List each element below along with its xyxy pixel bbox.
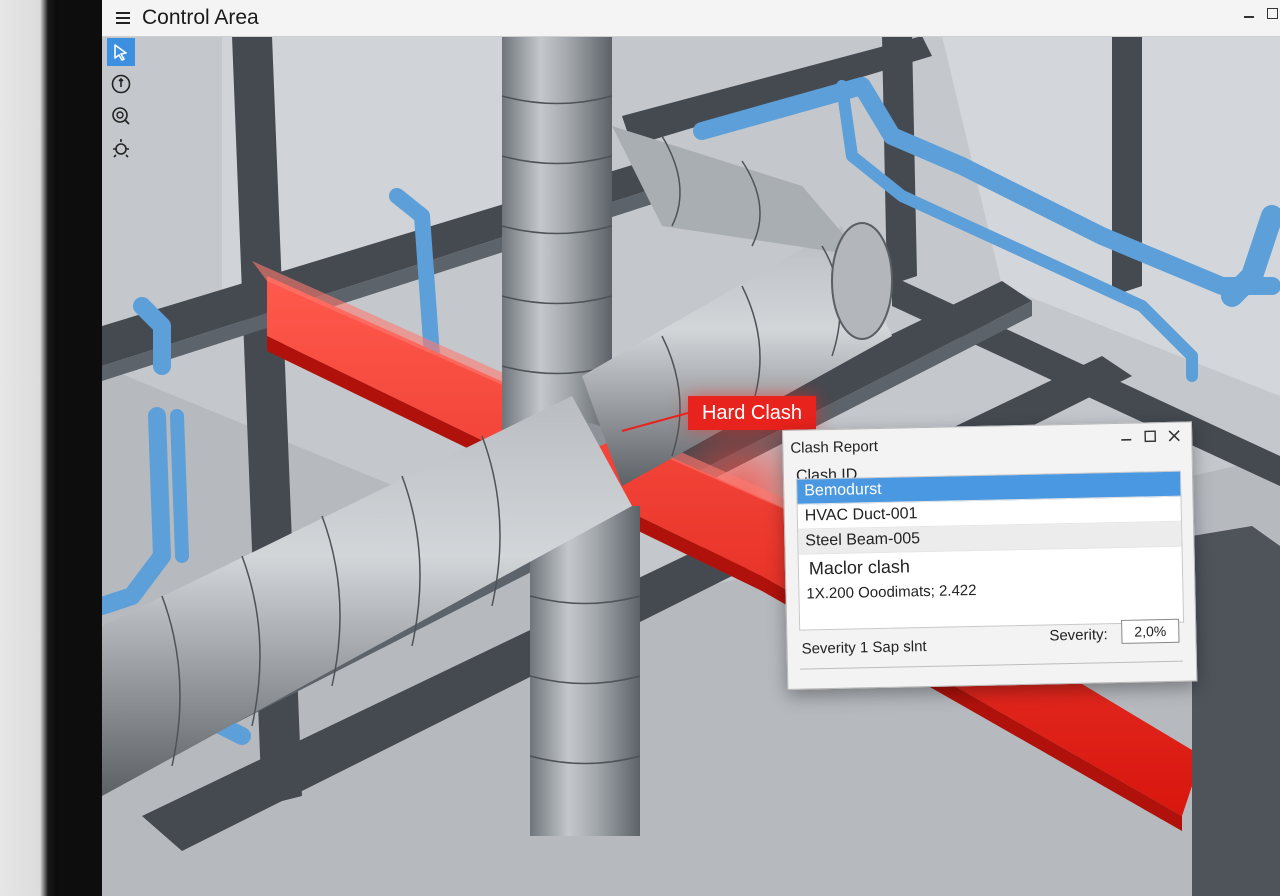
zoom-icon (112, 107, 130, 125)
dialog-title: Clash Report (790, 437, 879, 457)
monitor-bezel (0, 0, 58, 896)
minimize-icon[interactable] (1119, 430, 1133, 444)
menu-icon[interactable] (116, 12, 130, 24)
orbit-icon (111, 74, 131, 94)
severity-label: Severity: (1049, 626, 1108, 645)
maximize-icon[interactable] (1267, 8, 1278, 19)
dialog-header: Clash Report (783, 422, 1192, 461)
cursor-arrow-icon (114, 44, 127, 61)
minimize-icon[interactable] (1244, 16, 1254, 18)
hard-clash-text: Hard Clash (701, 401, 803, 424)
severity-field[interactable]: 2,0% (1121, 618, 1180, 644)
zoom-tool-button[interactable] (107, 102, 135, 130)
clash-list: Bemodurst HVAC Duct-001 Steel Beam-005 M… (796, 470, 1185, 631)
view-toolbar (102, 36, 140, 176)
close-icon[interactable] (1167, 429, 1181, 443)
clash-report-dialog[interactable]: Clash Report Clash ID Bemodurst HVAC Duc… (782, 421, 1198, 690)
orbit-tool-button[interactable] (107, 70, 135, 98)
title-bar: Control Area (102, 0, 1280, 37)
pan-icon (113, 139, 129, 158)
select-tool-button[interactable] (107, 38, 135, 66)
severity-summary: Severity 1 Sap slnt (801, 638, 927, 658)
hard-clash-label[interactable]: Hard Clash (688, 396, 816, 430)
maximize-icon[interactable] (1143, 429, 1157, 443)
app-title: Control Area (142, 6, 259, 29)
divider (800, 660, 1183, 670)
pan-tool-button[interactable] (107, 134, 135, 162)
